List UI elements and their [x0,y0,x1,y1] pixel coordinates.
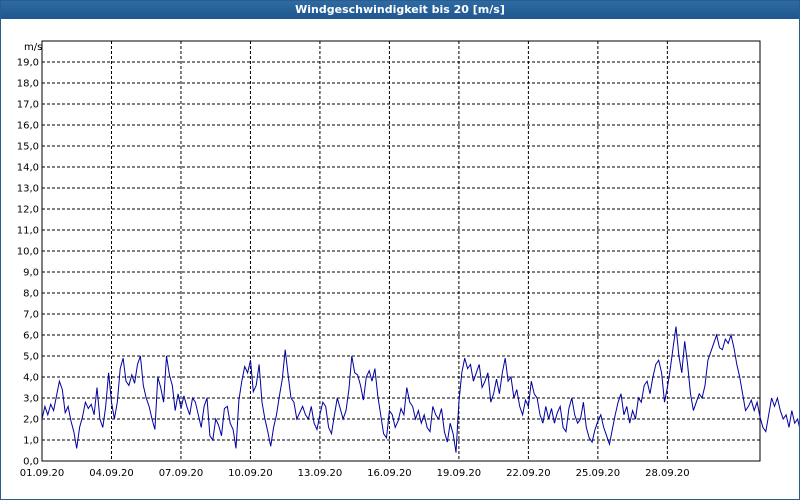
y-tick-label: 15,0 [17,142,39,153]
x-tick-label: 25.09.20 [576,468,621,479]
x-tick-label: 16.09.20 [367,468,412,479]
y-tick-label: 12,0 [17,205,39,216]
y-tick-label: 16,0 [17,121,39,132]
x-tick-label: 28.09.20 [645,468,690,479]
x-tick-label: 01.09.20 [20,468,65,479]
y-tick-label: 17,0 [17,100,39,111]
y-tick-label: 18,0 [17,79,39,90]
y-tick-label: 8,0 [23,289,39,300]
chart-area: 0,0 1,0 2,0 3,0 4,0 5,0 6,0 7,0 8,0 9,0 10,0 11,0 12… [1,19,800,499]
x-tick-label: 07.09.20 [159,468,204,479]
wind-speed-chart: 0,0 1,0 2,0 3,0 4,0 5,0 6,0 7,0 8,0 9,0 10,0 11,0 12… [17,40,800,479]
window-title: Windgeschwindigkeit bis 20 [m/s] [1,1,799,19]
y-tick-label: 13,0 [17,184,39,195]
y-tick-label: 5,0 [23,352,39,363]
y-tick-label: 7,0 [23,310,39,321]
x-tick-label: 22.09.20 [506,468,551,479]
y-tick-label: 2,0 [23,415,39,426]
y-axis-ticks: 0,0 1,0 2,0 3,0 4,0 5,0 6,0 7,0 8,0 9,0 10,0 11,0 12… [17,58,39,468]
y-tick-label: 4,0 [23,373,39,384]
y-tick-label: 1,0 [23,436,39,447]
y-tick-label: 14,0 [17,163,39,174]
x-axis-ticks: 01.09.20 04.09.20 07.09.20 10.09.20 13.09.20… [20,468,690,479]
x-tick-label: 10.09.20 [228,468,273,479]
x-tick-label: 04.09.20 [89,468,134,479]
y-tick-label: 11,0 [17,226,39,237]
chart-window: Windgeschwindigkeit bis 20 [m/s] 0,0 1,0 2… [0,0,800,500]
y-axis-label: m/s [24,42,42,53]
y-tick-label: 0,0 [23,457,39,468]
y-tick-label: 9,0 [23,268,39,279]
y-tick-label: 19,0 [17,58,39,69]
y-tick-label: 10,0 [17,247,39,258]
y-tick-label: 6,0 [23,331,39,342]
x-tick-label: 13.09.20 [298,468,343,479]
x-tick-label: 19.09.20 [437,468,482,479]
y-tick-label: 3,0 [23,394,39,405]
